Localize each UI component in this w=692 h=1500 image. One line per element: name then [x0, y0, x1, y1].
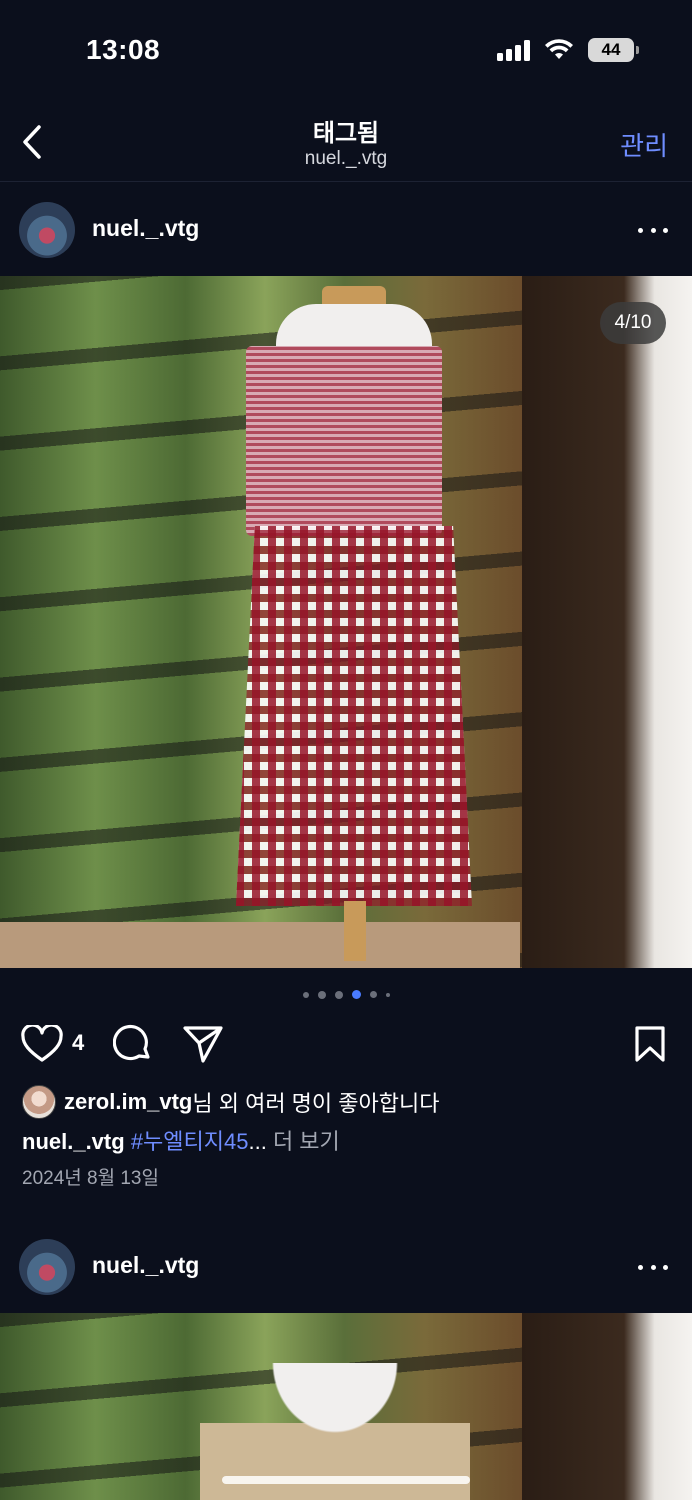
- battery-icon: 44: [588, 38, 639, 62]
- carousel-dots: [0, 990, 692, 999]
- caption: nuel._.vtg #누엘티지45... 더 보기: [22, 1124, 340, 1156]
- likes-summary[interactable]: zerol.im_vtg 님 외 여러 명이 좋아합니다: [22, 1085, 439, 1119]
- like-count[interactable]: 4: [72, 1030, 84, 1056]
- caption-username[interactable]: nuel._.vtg: [22, 1129, 125, 1154]
- home-indicator[interactable]: [222, 1476, 470, 1484]
- status-bar: 13:08 44: [0, 0, 692, 100]
- post-username[interactable]: nuel._.vtg: [92, 215, 199, 242]
- cellular-signal-icon: [497, 39, 530, 61]
- comment-button[interactable]: [111, 1022, 155, 1066]
- liker-username[interactable]: zerol.im_vtg: [64, 1089, 192, 1115]
- gingham-dress: [236, 286, 472, 961]
- post-header: nuel._.vtg: [0, 1219, 692, 1315]
- caption-ellipsis: ...: [248, 1129, 267, 1154]
- caption-hashtag[interactable]: #누엘티지45: [131, 1129, 249, 1154]
- post-username[interactable]: nuel._.vtg: [92, 1252, 199, 1279]
- more-options-button[interactable]: [638, 218, 668, 242]
- wardrobe: [522, 276, 692, 968]
- post-photo[interactable]: 4/10: [0, 276, 692, 968]
- comment-icon: [113, 1024, 150, 1061]
- caption-more-link[interactable]: 더 보기: [273, 1129, 340, 1154]
- likes-text: 님 외 여러 명이 좋아합니다: [192, 1091, 440, 1116]
- share-button[interactable]: [181, 1022, 225, 1066]
- wardrobe: [522, 1313, 692, 1500]
- wifi-icon: [545, 39, 573, 59]
- manage-button[interactable]: 관리: [620, 126, 668, 163]
- post-actions: 4: [0, 1016, 692, 1072]
- status-time: 13:08: [86, 34, 161, 65]
- liker-avatar: [22, 1085, 56, 1119]
- post-header: nuel._.vtg: [0, 182, 692, 278]
- status-icons: 44: [497, 38, 639, 62]
- post-photo[interactable]: [0, 1313, 692, 1500]
- save-button[interactable]: [628, 1022, 672, 1066]
- page-title: 태그됨: [312, 120, 380, 147]
- avatar[interactable]: [19, 1239, 75, 1295]
- bookmark-icon: [635, 1026, 665, 1062]
- photo-counter-badge: 4/10: [600, 302, 666, 344]
- post-date: 2024년 8월 13일: [22, 1168, 159, 1189]
- avatar[interactable]: [19, 202, 75, 258]
- more-options-button[interactable]: [638, 1255, 668, 1279]
- like-button[interactable]: [20, 1022, 64, 1066]
- heart-icon: [21, 1025, 63, 1062]
- send-icon: [183, 1026, 223, 1063]
- page-subtitle: nuel._.vtg: [304, 148, 388, 169]
- nav-header: 태그됨 nuel._.vtg 관리: [0, 100, 692, 182]
